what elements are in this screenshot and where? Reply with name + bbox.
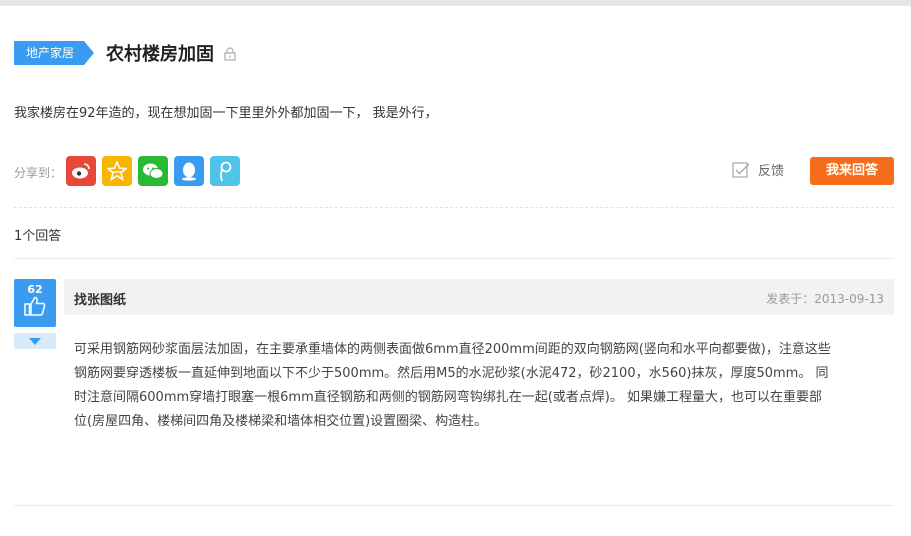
- vote-panel: 62: [14, 279, 56, 349]
- category-tag[interactable]: 地产家居: [14, 41, 95, 65]
- question-header: 地产家居 农村楼房加固: [14, 40, 236, 66]
- divider: [14, 207, 894, 208]
- tencent-weibo-icon[interactable]: [210, 156, 240, 186]
- answer-text: 可采用钢筋网砂浆面层法加固，在主要承重墙体的两侧表面做6mm直径200mm间距的…: [74, 338, 892, 434]
- post-date: 发表于：2013-09-13: [766, 292, 884, 306]
- downvote-button[interactable]: [14, 333, 56, 349]
- wechat-icon[interactable]: [138, 156, 168, 186]
- thumbs-up-icon: [24, 296, 46, 316]
- answer-button[interactable]: 我来回答: [810, 157, 894, 185]
- feedback-icon: [732, 161, 750, 178]
- top-bar: [0, 0, 911, 6]
- answer-line: 可采用钢筋网砂浆面层法加固，在主要承重墙体的两侧表面做6mm直径200mm间距的…: [74, 342, 831, 357]
- weibo-icon[interactable]: [66, 156, 96, 186]
- feedback-label: 反馈: [758, 164, 785, 179]
- qq-icon[interactable]: [174, 156, 204, 186]
- answer-line: 钢筋网要穿透楼板一直延伸到地面以下不少于500mm。然后用M5的水泥砂浆(水泥4…: [74, 366, 829, 381]
- divider: [14, 258, 894, 259]
- share-row: 分享到： 反馈 我来回答: [14, 156, 894, 188]
- share-label: 分享到：: [14, 166, 63, 180]
- lock-icon: [224, 46, 236, 61]
- divider: [14, 505, 894, 506]
- question-body: 我家楼房在92年造的，现在想加固一下里里外外都加固一下， 我是外行，: [14, 106, 438, 121]
- answer-count: 1个回答: [14, 229, 62, 244]
- upvote-button[interactable]: 62: [14, 279, 56, 327]
- qzone-star-icon[interactable]: [102, 156, 132, 186]
- answer-header: 找张图纸 发表于：2013-09-13: [64, 279, 894, 315]
- share-icons: [66, 156, 240, 186]
- vote-count: 62: [27, 283, 43, 296]
- page-title: 农村楼房加固: [106, 44, 215, 65]
- feedback-link[interactable]: 反馈: [732, 160, 784, 179]
- answer-line: 位(房屋四角、楼梯间四角及楼梯梁和墙体相交位置)设置圈梁、构造柱。: [74, 414, 488, 429]
- chevron-down-icon: [29, 337, 41, 345]
- answer-author[interactable]: 找张图纸: [74, 289, 126, 308]
- answer-line: 时注意间隔600mm穿墙打眼塞一根6mm直径钢筋和两侧的钢筋网弯钩绑扎在一起(或…: [74, 390, 823, 405]
